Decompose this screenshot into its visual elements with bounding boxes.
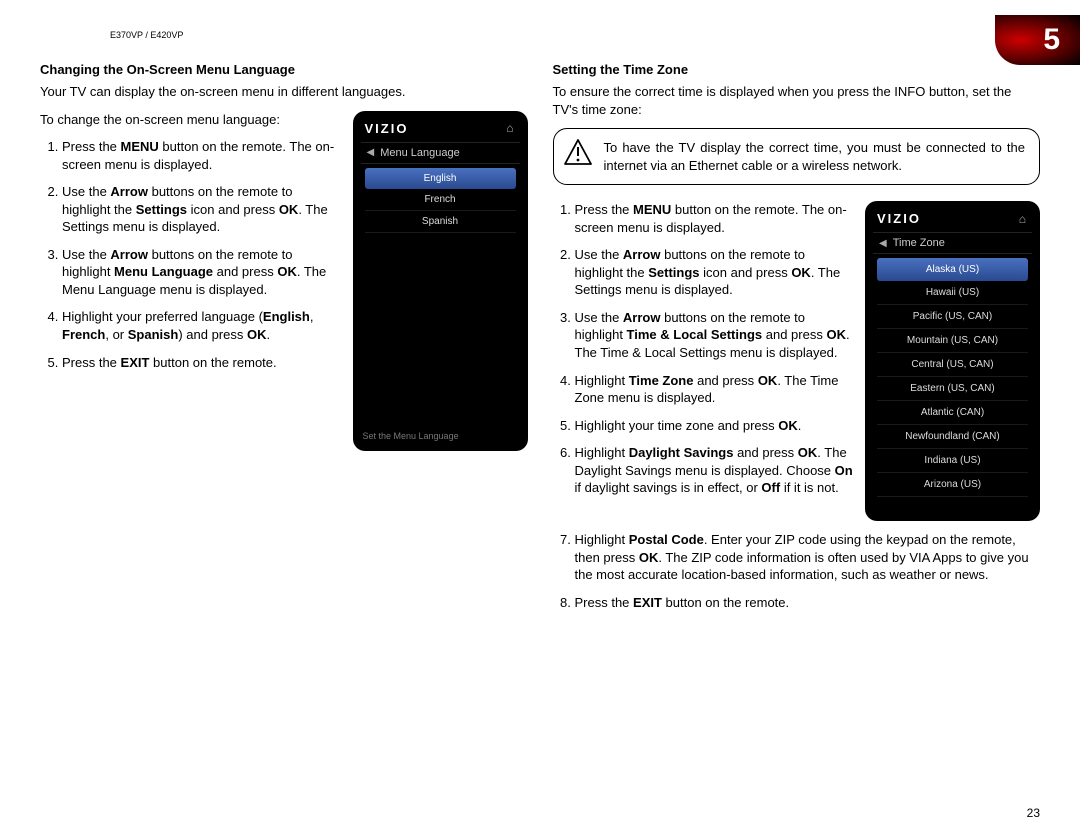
tv-menu-item: French: [365, 189, 516, 211]
section-heading-language: Changing the On-Screen Menu Language: [40, 62, 528, 77]
tv-brand: VIZIO: [365, 121, 409, 136]
tv-menu-item: Pacific (US, CAN): [877, 305, 1028, 329]
step-1: Press the MENU button on the remote. The…: [575, 201, 854, 236]
tv-menu-item: Spanish: [365, 211, 516, 233]
step-6: Highlight Daylight Savings and press OK.…: [575, 444, 854, 497]
steps-list: Press the MENU button on the remote. The…: [40, 138, 341, 371]
step-2: Use the Arrow buttons on the remote to h…: [575, 246, 854, 299]
tv-menu-title: Menu Language: [380, 147, 460, 159]
tv-menu-item: Indiana (US): [877, 449, 1028, 473]
home-icon: ⌂: [506, 121, 515, 135]
chapter-tab: 5: [995, 15, 1080, 65]
warning-icon: [564, 139, 592, 165]
tv-menu-item: Atlantic (CAN): [877, 401, 1028, 425]
back-arrow-icon: ◀: [367, 147, 375, 158]
step-7: Highlight Postal Code. Enter your ZIP co…: [575, 531, 1041, 584]
tv-menu-item: Hawaii (US): [877, 281, 1028, 305]
steps-list: Press the MENU button on the remote. The…: [553, 201, 854, 497]
two-column-layout: Changing the On-Screen Menu Language You…: [40, 62, 1040, 621]
tv-header: VIZIO ⌂: [361, 119, 520, 142]
steps-container: Press the MENU button on the remote. The…: [553, 201, 854, 507]
step-3: Use the Arrow buttons on the remote to h…: [575, 309, 854, 362]
manual-page: 5 E370VP / E420VP Changing the On-Screen…: [0, 0, 1080, 834]
content-with-screenshot: To change the on-screen menu language: P…: [40, 111, 528, 451]
steps-list-continued: Highlight Postal Code. Enter your ZIP co…: [553, 531, 1041, 611]
page-number: 23: [1027, 806, 1040, 820]
tv-screenshot-timezone: VIZIO ⌂ ◀ Time Zone Alaska (US) Hawaii (…: [865, 201, 1040, 521]
step-8: Press the EXIT button on the remote.: [575, 594, 1041, 612]
tv-menu-item: Arizona (US): [877, 473, 1028, 497]
tv-menu-item: Mountain (US, CAN): [877, 329, 1028, 353]
tv-menu-item-selected: English: [365, 168, 516, 189]
step-5: Highlight your time zone and press OK.: [575, 417, 854, 435]
step-3: Use the Arrow buttons on the remote to h…: [62, 246, 341, 299]
tz-list: Alaska (US) Hawaii (US) Pacific (US, CAN…: [873, 258, 1032, 497]
step-5: Press the EXIT button on the remote.: [62, 354, 341, 372]
tv-menu-item: Newfoundland (CAN): [877, 425, 1028, 449]
step-1: Press the MENU button on the remote. The…: [62, 138, 341, 173]
tv-hint: Set the Menu Language: [363, 431, 459, 441]
content-with-screenshot: Press the MENU button on the remote. The…: [553, 201, 1041, 521]
note-callout: To have the TV display the correct time,…: [553, 128, 1041, 185]
chapter-number: 5: [1043, 23, 1060, 57]
tv-menu-title: Time Zone: [893, 237, 945, 249]
back-arrow-icon: ◀: [879, 238, 887, 249]
tv-menu-item: Central (US, CAN): [877, 353, 1028, 377]
step-4: Highlight your preferred language (Engli…: [62, 308, 341, 343]
tv-subhead: ◀ Time Zone: [873, 232, 1032, 254]
tv-header: VIZIO ⌂: [873, 209, 1032, 232]
step-4: Highlight Time Zone and press OK. The Ti…: [575, 372, 854, 407]
steps-container: To change the on-screen menu language: P…: [40, 111, 341, 382]
tv-screenshot-language: VIZIO ⌂ ◀ Menu Language English French S…: [353, 111, 528, 451]
tv-brand: VIZIO: [877, 211, 921, 226]
home-icon: ⌂: [1019, 212, 1028, 226]
intro-text: Your TV can display the on-screen menu i…: [40, 83, 528, 101]
right-column: Setting the Time Zone To ensure the corr…: [553, 62, 1041, 621]
left-column: Changing the On-Screen Menu Language You…: [40, 62, 528, 621]
tv-subhead: ◀ Menu Language: [361, 142, 520, 164]
tv-menu-item-selected: Alaska (US): [877, 258, 1028, 281]
note-text: To have the TV display the correct time,…: [604, 139, 1026, 174]
tv-menu-item: Eastern (US, CAN): [877, 377, 1028, 401]
intro-text: To ensure the correct time is displayed …: [553, 83, 1041, 118]
model-header: E370VP / E420VP: [110, 30, 1040, 40]
lead-text: To change the on-screen menu language:: [40, 111, 341, 129]
step-2: Use the Arrow buttons on the remote to h…: [62, 183, 341, 236]
section-heading-timezone: Setting the Time Zone: [553, 62, 1041, 77]
